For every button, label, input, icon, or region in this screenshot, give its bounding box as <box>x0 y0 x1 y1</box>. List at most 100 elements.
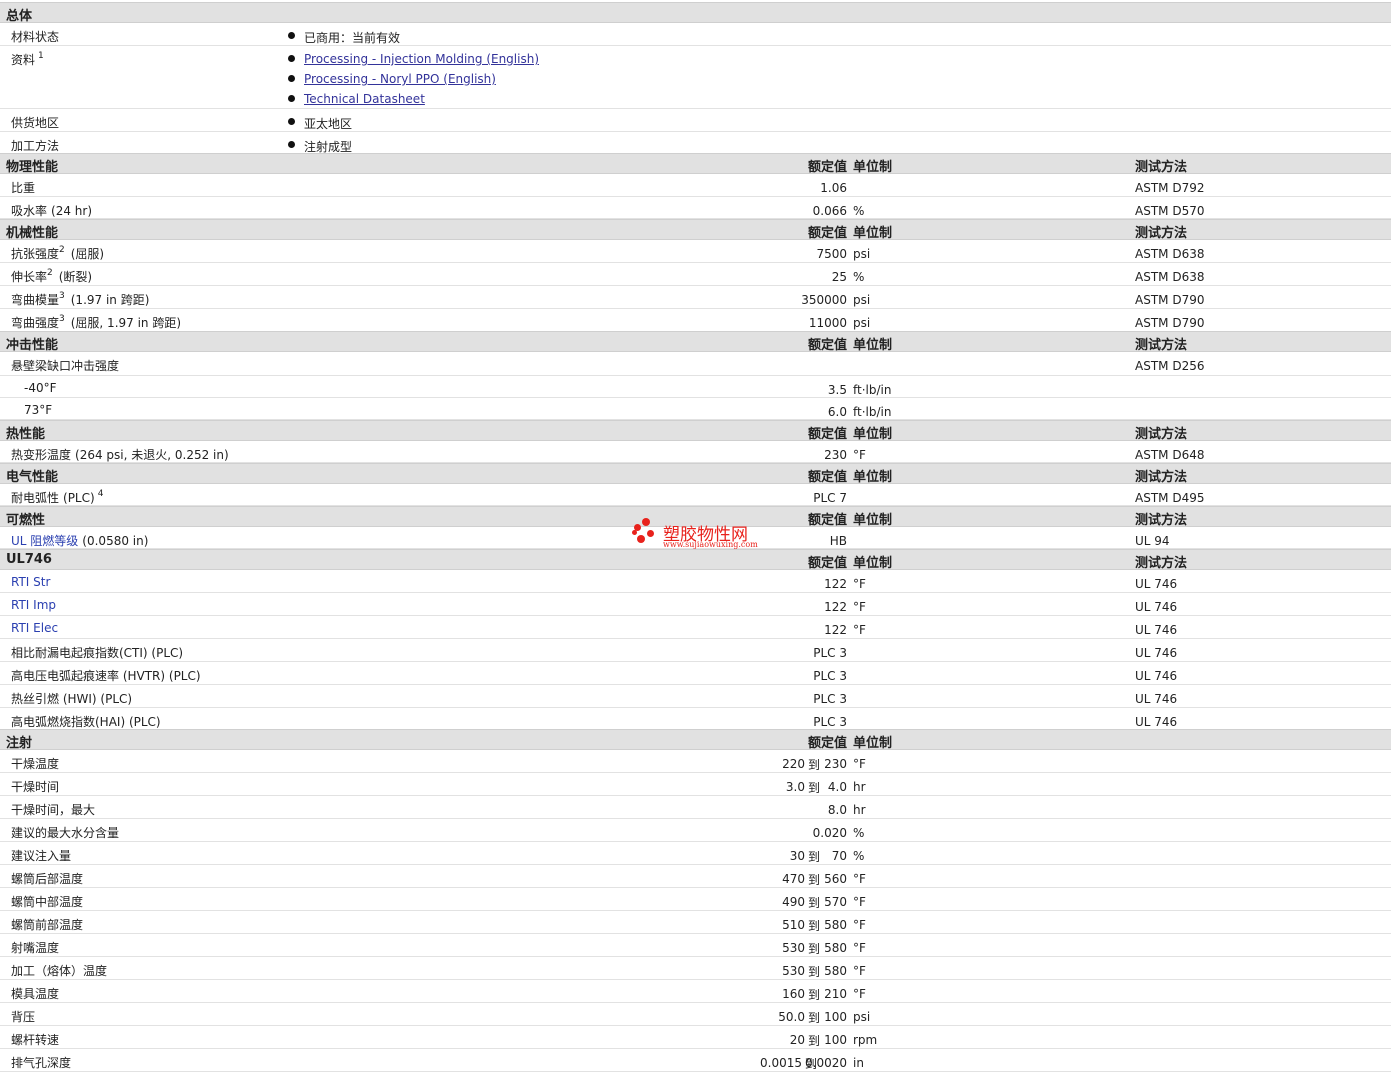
table-row: 干燥温度 230 220 到 °F <box>0 750 1391 773</box>
property-name: 供货地区 <box>11 116 60 130</box>
range-min-value: 0.0015 <box>760 1056 802 1070</box>
nominal-value: 0.066 <box>812 204 847 218</box>
unit-value: psi <box>853 293 871 307</box>
col-header-unit: 单位制 <box>853 470 893 485</box>
property-label: 加工方法 <box>11 137 59 154</box>
range-min-value: 510 <box>782 918 805 932</box>
unit-value: °F <box>853 600 866 614</box>
unit-value: hr <box>853 780 866 794</box>
table-row: 73°F 6.0 ft·lb/in <box>0 398 1391 420</box>
section-title: 电气性能 <box>6 470 59 485</box>
property-name: -40°F <box>24 381 57 395</box>
property-label: -40°F <box>24 381 57 395</box>
test-method: UL 746 <box>1135 577 1178 591</box>
table-row: 加工（熔体）温度 580 530 到 °F <box>0 957 1391 980</box>
range-to-label: 到 <box>807 873 820 887</box>
col-header-method: 测试方法 <box>1135 338 1188 353</box>
range-max-value: 580 <box>824 964 847 978</box>
unit-value: % <box>853 849 865 863</box>
table-row: 高电弧燃烧指数(HAI) (PLC) PLC 3 UL 746 <box>0 708 1391 731</box>
unit-value: psi <box>853 247 871 261</box>
property-name: UL 阻燃等级 <box>11 534 79 548</box>
logo-dot <box>637 535 645 543</box>
property-label: 背压 <box>11 1010 36 1024</box>
range-max-value: 0.020 <box>812 826 847 840</box>
test-method: UL 746 <box>1135 600 1178 614</box>
unit-value: ft·lb/in <box>853 383 892 397</box>
range-max-value: 580 <box>824 918 847 932</box>
property-label: 干燥时间，最大 <box>11 803 96 817</box>
col-header-unit: 单位制 <box>853 338 893 353</box>
bullet-icon <box>288 95 295 102</box>
test-method: UL 746 <box>1135 692 1178 706</box>
table-row: RTI Elec 122 °F UL 746 <box>0 616 1391 639</box>
range-max-value: 100 <box>824 1010 847 1024</box>
range-min-value: 3.0 <box>785 780 805 794</box>
table-row: 伸长率2 (断裂) 25% ASTM D638 <box>0 263 1391 286</box>
unit-value: °F <box>853 964 866 978</box>
nominal-value: 122 <box>824 577 847 591</box>
property-name: RTI Str <box>11 575 51 589</box>
range-max-value: 8.0 <box>827 803 847 817</box>
property-label: 资料 1 <box>11 51 44 68</box>
nominal-value: 11000 <box>808 316 847 330</box>
section-title: 注射 <box>6 736 33 751</box>
document-link[interactable]: Processing - Noryl PPO (English) <box>304 72 496 86</box>
unit-value: °F <box>853 577 866 591</box>
table-row: 模具温度 210 160 到 °F <box>0 980 1391 1003</box>
footnote-ref: 3 <box>59 314 65 324</box>
property-label: 悬壁梁缺口冲击强度 <box>11 357 119 374</box>
table-row: RTI Imp 122 °F UL 746 <box>0 593 1391 616</box>
test-method: ASTM D495 <box>1135 491 1205 505</box>
section-header-general: 总体 <box>0 2 1391 24</box>
col-header-method: 测试方法 <box>1135 427 1188 442</box>
property-name: 相比耐漏电起痕指数(CTI) (PLC) <box>11 646 184 660</box>
property-label: 螺杆转速 <box>11 1033 60 1047</box>
property-label: 比重 <box>11 179 35 196</box>
range-max-value: 570 <box>824 895 847 909</box>
section-title: 机械性能 <box>6 226 59 241</box>
unit-value: in <box>853 1056 864 1070</box>
col-header-nominal: 额定值 <box>807 338 847 353</box>
property-name: 材料状态 <box>11 30 60 44</box>
col-header-nominal: 额定值 <box>807 556 847 571</box>
property-name: RTI Elec <box>11 621 59 635</box>
unit-value: °F <box>853 987 866 1001</box>
table-row: 螺筒中部温度 570 490 到 °F <box>0 888 1391 911</box>
property-label: 吸水率 (24 hr) <box>11 202 92 219</box>
table-row: 背压 100 50.0 到 psi <box>0 1003 1391 1026</box>
property-name: 比重 <box>11 181 36 195</box>
nominal-value: 3.5 <box>827 383 847 397</box>
table-row: 悬壁梁缺口冲击强度 ASTM D256 <box>0 352 1391 376</box>
test-method: ASTM D570 <box>1135 204 1205 218</box>
property-condition: (1.97 in 跨距) <box>70 293 150 307</box>
test-method: UL 746 <box>1135 669 1178 683</box>
footnote-ref: 2 <box>47 268 53 278</box>
bullet-icon <box>288 141 295 148</box>
range-min-value: 530 <box>782 964 805 978</box>
test-method: ASTM D790 <box>1135 316 1205 330</box>
table-row: 螺筒后部温度 560 470 到 °F <box>0 865 1391 888</box>
range-to-label: 到 <box>807 965 820 979</box>
property-name: 热变形温度 <box>11 448 72 462</box>
table-row: 建议注入量 70 30 到% <box>0 842 1391 865</box>
table-row: 螺杆转速 100 20 到 rpm <box>0 1026 1391 1049</box>
nominal-value: 6.0 <box>827 405 847 419</box>
range-to-label: 到 <box>807 1034 820 1048</box>
property-label: 热丝引燃 (HWI) (PLC) <box>11 690 132 707</box>
property-label: 干燥温度 <box>11 757 60 771</box>
property-condition: (屈服) <box>70 247 105 261</box>
nominal-value: PLC 3 <box>813 669 847 683</box>
property-condition: (断裂) <box>58 270 93 284</box>
col-header-nominal: 额定值 <box>807 160 847 175</box>
col-header-method: 测试方法 <box>1135 160 1188 175</box>
document-link[interactable]: Processing - Injection Molding (English) <box>304 52 539 66</box>
nominal-value: 230 <box>824 448 847 462</box>
test-method: UL 746 <box>1135 646 1178 660</box>
document-link[interactable]: Technical Datasheet <box>304 92 425 106</box>
unit-value: % <box>853 270 865 284</box>
table-row: 射嘴温度 580 530 到 °F <box>0 934 1391 957</box>
footnote-ref: 3 <box>59 291 65 301</box>
nominal-value: PLC 3 <box>813 692 847 706</box>
section-header-thermal: 热性能 额定值 单位制 测试方法 <box>0 420 1391 442</box>
